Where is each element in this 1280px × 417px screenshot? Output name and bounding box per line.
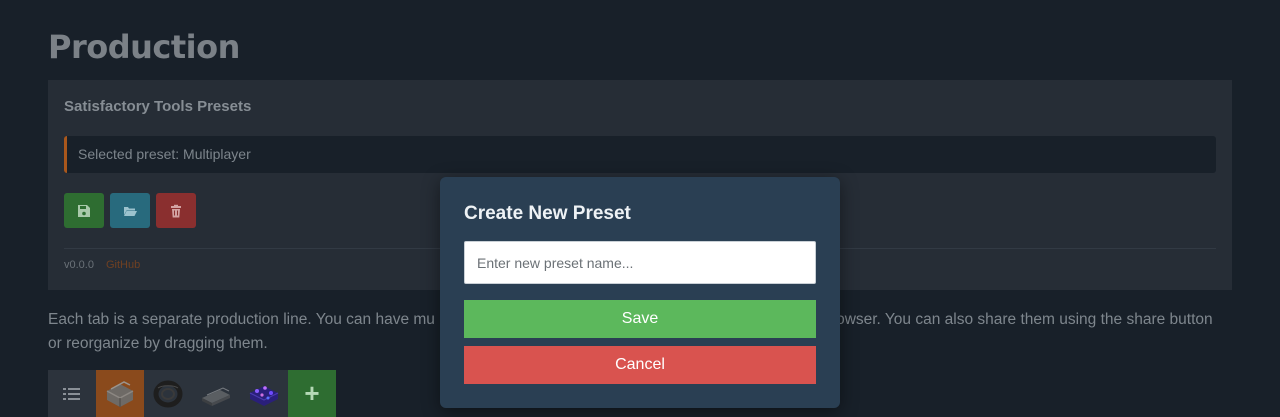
modal-title: Create New Preset [464,203,631,224]
plate-icon [202,386,230,406]
preset-name-input[interactable] [464,241,816,284]
create-preset-modal: Create New Preset Save Cancel [440,177,840,408]
selected-preset-alert: Selected preset: Multiplayer [64,136,1216,173]
save-icon [78,204,90,217]
preset-button-row [64,193,196,228]
tab-plate[interactable] [192,370,240,417]
page-title: Production [48,28,240,66]
panel-title: Satisfactory Tools Presets [64,98,252,115]
concrete-icon [106,380,134,407]
panel-footer: v0.0.0 GitHub [64,259,140,271]
version-label: v0.0.0 [64,259,94,271]
folder-open-icon [124,206,137,216]
production-tabs: + [48,370,336,417]
tab-concrete[interactable] [96,370,144,417]
tab-crystal[interactable] [240,370,288,417]
delete-preset-button[interactable] [156,193,196,228]
description-left: Each tab is a separate production line. … [48,311,435,328]
save-preset-button[interactable] [64,193,104,228]
tab-wire[interactable] [144,370,192,417]
crystal-icon [249,385,279,406]
modal-cancel-button[interactable]: Cancel [464,346,816,384]
description-right: rowser. You can also share them using th… [830,311,1213,328]
modal-save-button[interactable]: Save [464,300,816,338]
github-link[interactable]: GitHub [106,259,140,271]
description-line2: or reorganize by dragging them. [48,335,268,352]
wire-icon [153,380,183,407]
list-icon [63,387,80,400]
trash-icon [171,204,181,217]
add-tab-button[interactable]: + [288,370,336,417]
tab-overview[interactable] [48,370,96,417]
load-preset-button[interactable] [110,193,150,228]
